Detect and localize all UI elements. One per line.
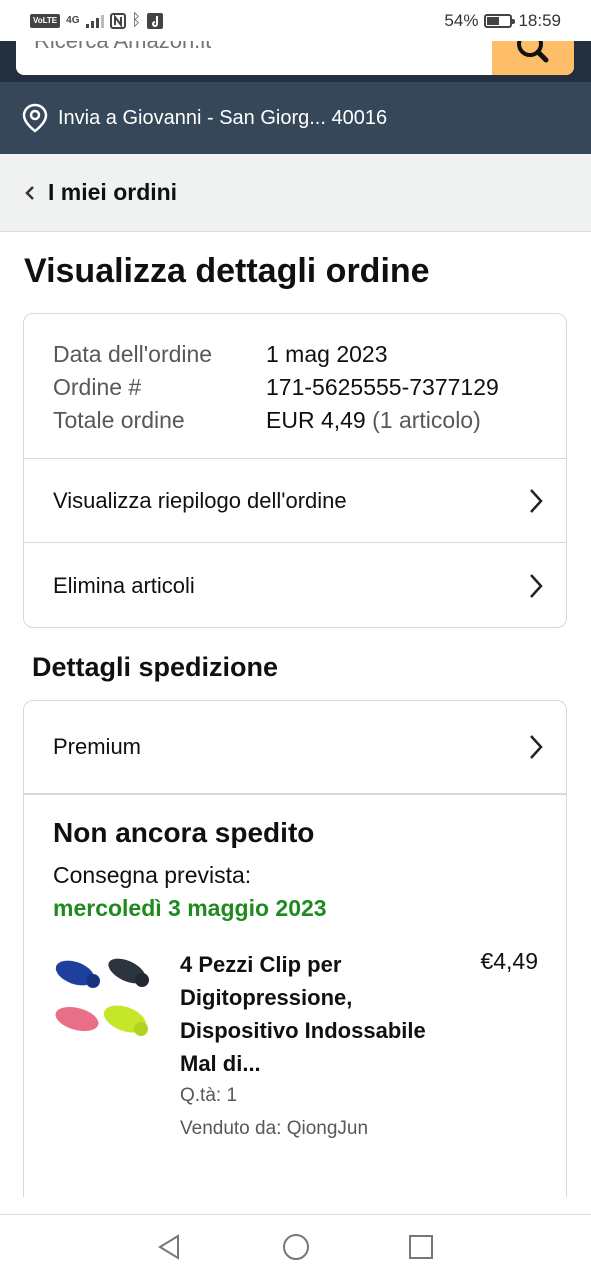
product-title[interactable]: 4 Pezzi Clip per Digitopressione, Dispos…: [180, 948, 440, 1080]
view-order-summary-label: Visualizza riepilogo dell'ordine: [53, 487, 347, 513]
shipping-card: Premium Non ancora spedito Consegna prev…: [23, 700, 567, 1197]
order-info-table: Data dell'ordine 1 mag 2023 Ordine # 171…: [53, 338, 499, 437]
order-total-row: Totale ordine EUR 4,49 (1 articolo): [53, 404, 499, 437]
bluetooth-icon: ᛒ: [131, 11, 142, 29]
order-date-value: 1 mag 2023: [266, 341, 388, 367]
delivery-location-bar[interactable]: Invia a Giovanni - San Giorg... 40016: [0, 82, 591, 154]
delete-items-link[interactable]: Elimina articoli: [24, 542, 566, 627]
status-right: 54% 18:59: [444, 11, 561, 31]
search-button[interactable]: [492, 41, 574, 75]
product-clip-dark: [108, 958, 149, 987]
home-circle-icon[interactable]: [282, 1233, 310, 1261]
page-title: Visualizza dettagli ordine: [24, 252, 430, 290]
delete-items-label: Elimina articoli: [53, 572, 195, 598]
battery-percent: 54%: [444, 10, 479, 30]
product-seller: Venduto da: QiongJun: [180, 1118, 369, 1139]
clock: 18:59: [518, 10, 561, 30]
search-input[interactable]: [32, 41, 476, 55]
product-image[interactable]: [53, 953, 153, 1049]
order-total-label: Totale ordine: [53, 407, 185, 433]
order-summary-card: Data dell'ordine 1 mag 2023 Ordine # 171…: [23, 313, 567, 628]
chevron-right-icon: [530, 735, 543, 759]
expected-delivery-date: mercoledì 3 maggio 2023: [53, 895, 327, 921]
chevron-right-icon: [530, 488, 543, 513]
recents-square-icon[interactable]: [408, 1233, 434, 1261]
product-clip-pink: [55, 1006, 99, 1032]
order-number-row: Ordine # 171-5625555-7377129: [53, 371, 499, 404]
location-pin-icon: [22, 103, 48, 133]
product-clip-blue: [55, 960, 100, 988]
shipping-details-title: Dettagli spedizione: [32, 652, 279, 682]
breadcrumb[interactable]: I miei ordini: [0, 154, 591, 232]
expected-delivery-label: Consegna prevista:: [53, 862, 252, 888]
volte-badge: VoLTE: [30, 13, 61, 28]
battery-level: [487, 16, 500, 25]
shipping-method-label: Premium: [53, 734, 142, 759]
signal-4g-indicator: 4G: [66, 15, 80, 26]
product-price: €4,49: [480, 948, 538, 974]
order-item-count: (1 articolo): [372, 407, 481, 433]
product-quantity: Q.tà: 1: [180, 1085, 238, 1106]
view-order-summary-link[interactable]: Visualizza riepilogo dell'ordine: [24, 458, 566, 542]
breadcrumb-label: I miei ordini: [48, 179, 178, 205]
shipment-status: Non ancora spedito: [53, 817, 315, 848]
order-total-value: EUR 4,49 (1 articolo): [266, 404, 481, 437]
chevron-left-icon: [25, 185, 34, 200]
order-date-label: Data dell'ordine: [53, 341, 213, 367]
search-bar: [16, 41, 574, 75]
order-date-row: Data dell'ordine 1 mag 2023: [53, 338, 499, 371]
back-triangle-icon[interactable]: [156, 1233, 182, 1261]
status-left-icons: VoLTE 4G ᛒ: [30, 11, 164, 30]
search-icon: [517, 41, 549, 63]
music-app-icon: [147, 12, 164, 29]
search-header: [0, 41, 591, 82]
system-nav-bar: [0, 1215, 591, 1280]
order-number-label: Ordine #: [53, 374, 142, 400]
shipping-method-row[interactable]: Premium: [24, 701, 566, 793]
signal-bars-icon: [85, 14, 104, 28]
chevron-right-icon: [530, 573, 543, 598]
product-clip-lime: [103, 1005, 148, 1036]
location-text: Invia a Giovanni - San Giorg... 40016: [58, 106, 388, 129]
status-bar: VoLTE 4G ᛒ 54% 18:59: [0, 0, 591, 41]
divider: [24, 793, 566, 795]
order-number-value: 171-5625555-7377129: [266, 374, 499, 400]
order-total-amount: EUR 4,49: [266, 407, 366, 433]
battery-icon: [484, 13, 516, 28]
nfc-icon: [109, 12, 126, 29]
